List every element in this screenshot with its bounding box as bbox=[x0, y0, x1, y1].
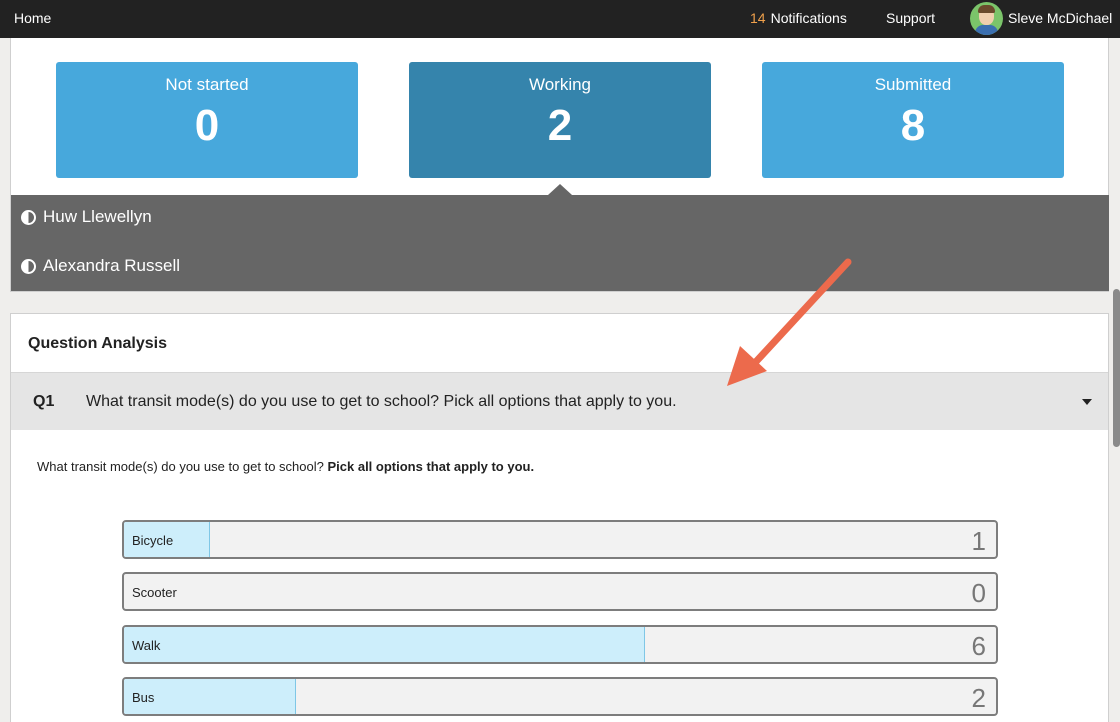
working-student-list: Huw Llewellyn Alexandra Russell bbox=[11, 184, 1109, 291]
response-count: 0 bbox=[971, 578, 986, 608]
prompt-emphasis: Pick all options that apply to you. bbox=[327, 459, 535, 474]
status-card-submitted[interactable]: Submitted 8 bbox=[762, 62, 1064, 178]
notifications-link[interactable]: 14 Notifications bbox=[750, 10, 847, 26]
status-card-label: Not started bbox=[165, 75, 249, 94]
student-item[interactable]: Alexandra Russell bbox=[21, 256, 180, 276]
top-nav-bar: Home 14 Notifications Support Sleve McDic… bbox=[0, 0, 1120, 38]
response-bar[interactable]: Scooter 0 bbox=[122, 572, 998, 611]
caret-down-icon[interactable] bbox=[1082, 399, 1092, 405]
response-bar[interactable]: Walk 6 bbox=[122, 625, 998, 664]
user-avatar[interactable] bbox=[970, 2, 1003, 35]
question-accordion-header[interactable]: Q1 What transit mode(s) do you use to ge… bbox=[11, 372, 1108, 430]
response-count: 1 bbox=[971, 526, 986, 556]
status-card-label: Submitted bbox=[874, 75, 952, 94]
question-analysis-panel: Question Analysis Q1 What transit mode(s… bbox=[10, 313, 1109, 722]
home-link[interactable]: Home bbox=[14, 10, 51, 26]
selected-card-pointer bbox=[548, 184, 572, 195]
student-name: Huw Llewellyn bbox=[43, 207, 152, 226]
response-label: Scooter bbox=[132, 585, 177, 600]
half-circle-icon bbox=[21, 209, 36, 225]
user-menu[interactable]: Sleve McDichael bbox=[1008, 10, 1112, 26]
student-name: Alexandra Russell bbox=[43, 256, 181, 275]
status-card-count: 0 bbox=[194, 101, 220, 150]
status-card-not-started[interactable]: Not started 0 bbox=[56, 62, 358, 178]
status-card-count: 2 bbox=[547, 101, 573, 150]
response-count: 6 bbox=[971, 631, 986, 661]
avatar-hair bbox=[978, 5, 995, 13]
status-card-count: 8 bbox=[900, 101, 926, 150]
section-title: Question Analysis bbox=[28, 335, 167, 352]
notifications-label: Notifications bbox=[770, 10, 847, 26]
avatar-body bbox=[975, 25, 998, 35]
notifications-count: 14 bbox=[750, 10, 766, 26]
response-count: 2 bbox=[971, 683, 986, 713]
response-bar[interactable]: Bus 2 bbox=[122, 677, 998, 716]
response-label: Bus bbox=[132, 690, 155, 705]
question-prompt: What transit mode(s) do you use to get t… bbox=[37, 459, 534, 474]
status-panel: Not started 0 Working 2 Submitted 8 Huw … bbox=[10, 38, 1109, 292]
student-item[interactable]: Huw Llewellyn bbox=[21, 207, 152, 227]
half-circle-icon bbox=[21, 258, 36, 274]
status-card-working[interactable]: Working 2 bbox=[409, 62, 711, 178]
status-card-label: Working bbox=[528, 75, 592, 94]
response-label: Walk bbox=[132, 638, 161, 653]
response-label: Bicycle bbox=[132, 533, 174, 548]
response-bar-fill bbox=[124, 627, 646, 662]
prompt-text: What transit mode(s) do you use to get t… bbox=[37, 459, 328, 474]
question-number: Q1 bbox=[33, 393, 55, 410]
support-link[interactable]: Support bbox=[886, 10, 935, 26]
question-text: What transit mode(s) do you use to get t… bbox=[86, 393, 677, 410]
page-scrollbar[interactable] bbox=[1113, 289, 1120, 447]
response-bar[interactable]: Bicycle 1 bbox=[122, 520, 998, 559]
